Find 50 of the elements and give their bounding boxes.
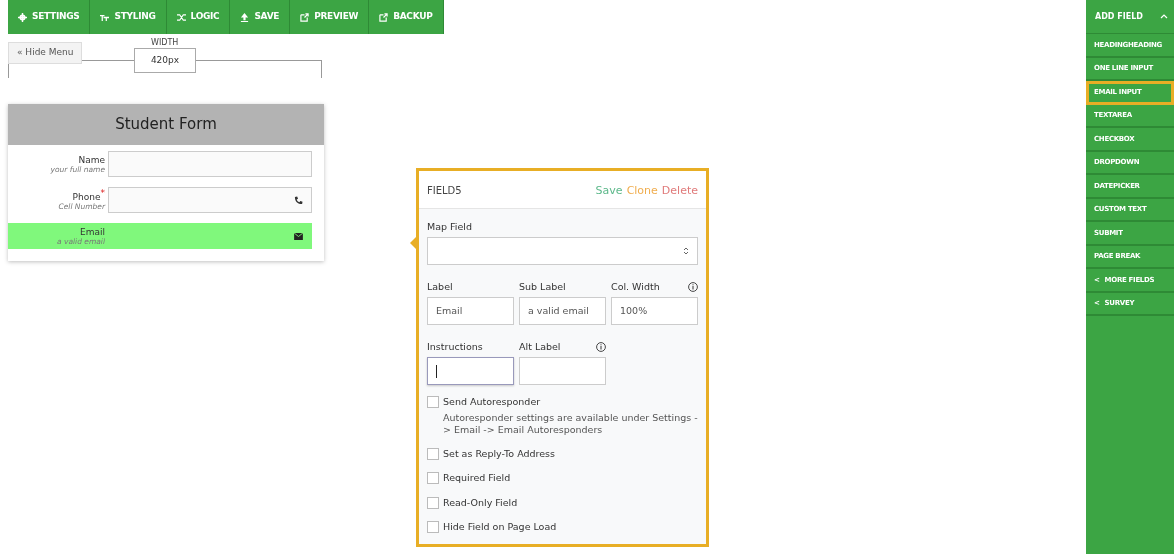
required-asterisk: * xyxy=(100,187,105,198)
info-icon xyxy=(596,342,606,353)
checkbox-label: Required Field xyxy=(443,471,511,486)
map-field-label: Map Field xyxy=(427,219,472,234)
field-label: Phone xyxy=(72,192,101,203)
upload-icon xyxy=(240,12,250,22)
input-label: Sub Label xyxy=(519,279,566,294)
input-field[interactable] xyxy=(519,357,606,386)
sort-caret-icon xyxy=(683,245,689,256)
action-link[interactable]: Save xyxy=(595,183,623,200)
external-link-icon xyxy=(379,12,389,22)
form-title: Student Form xyxy=(8,104,324,145)
action-link[interactable]: Clone xyxy=(626,183,658,200)
width-field[interactable]: 420px xyxy=(134,48,196,73)
checkbox[interactable] xyxy=(427,396,439,409)
input-field[interactable]: Email xyxy=(427,297,514,325)
checkbox-label: Send Autoresponder xyxy=(443,395,541,410)
input-label: Instructions xyxy=(427,340,483,354)
phone-icon xyxy=(294,195,303,205)
external-link-icon xyxy=(300,12,310,22)
action-link[interactable]: Delete xyxy=(661,183,698,200)
hide-menu-button[interactable]: « Hide Menu xyxy=(8,42,83,64)
width-label: WIDTH xyxy=(151,37,179,49)
input-field[interactable]: a valid email xyxy=(519,297,606,325)
input-label: Col. Width xyxy=(611,279,660,294)
shuffle-icon xyxy=(176,12,186,22)
checkbox-label: Read-Only Field xyxy=(443,495,518,510)
form-input-field[interactable] xyxy=(108,187,312,213)
form-input-field[interactable] xyxy=(108,223,312,249)
input-label: Label xyxy=(427,279,453,294)
sidebar-header: ADD FIELD xyxy=(1095,10,1143,23)
input-field[interactable] xyxy=(427,357,514,386)
info-icon xyxy=(688,281,698,292)
input-label: Alt Label xyxy=(519,340,561,354)
checkbox[interactable] xyxy=(427,448,439,461)
chevron-up-icon[interactable] xyxy=(1160,14,1168,19)
checkbox[interactable] xyxy=(427,520,439,533)
input-field[interactable]: 100% xyxy=(611,297,698,325)
text-size-icon xyxy=(100,12,110,22)
form-input-field[interactable] xyxy=(108,151,312,177)
envelope-icon xyxy=(294,232,303,240)
checkbox-label: Hide Field on Page Load xyxy=(443,519,557,534)
field-label: Name xyxy=(78,154,105,165)
panel-title: FIELD5 xyxy=(427,184,462,198)
checkbox[interactable] xyxy=(427,496,439,509)
help-text: Autoresponder settings are available under Settings -> Email -> Email Autoresponders xyxy=(443,411,698,438)
checkbox[interactable] xyxy=(427,472,439,485)
map-field-select[interactable] xyxy=(427,236,698,265)
field-label: Email xyxy=(80,226,105,237)
checkbox-label: Set as Reply-To Address xyxy=(443,447,555,462)
